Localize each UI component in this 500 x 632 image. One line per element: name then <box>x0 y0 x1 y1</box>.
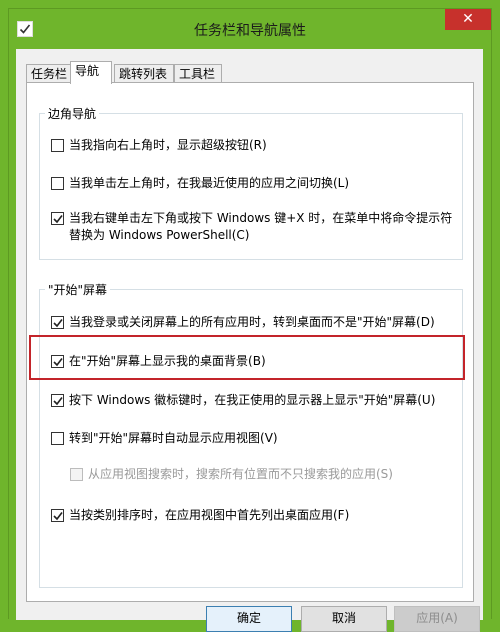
option-start-on-current-display-label: 按下 Windows 徽标键时，在我正使用的显示器上显示"开始"屏幕(U) <box>69 393 436 407</box>
title-bar[interactable]: 任务栏和导航属性 ✕ <box>9 9 491 49</box>
checkbox-desktop-background[interactable] <box>51 355 64 368</box>
dialog-client-area: 任务栏 导航 跳转列表 工具栏 边角导航 当我指向右上角时，显示超级按钮(R) … <box>16 49 483 632</box>
checkmark-icon <box>53 512 63 521</box>
option-desktop-background[interactable]: 在"开始"屏幕上显示我的桌面背景(B) <box>51 353 454 370</box>
checkmark-icon <box>53 319 63 328</box>
option-search-everywhere: 从应用视图搜索时，搜索所有位置而不只搜索我的应用(S) <box>70 466 454 483</box>
checkmark-icon <box>53 215 63 224</box>
apply-button: 应用(A) <box>394 606 480 632</box>
corner-navigation-label: 边角导航 <box>45 105 100 122</box>
option-go-to-desktop[interactable]: 当我登录或关闭屏幕上的所有应用时，转到桌面而不是"开始"屏幕(D) <box>51 314 454 331</box>
checkbox-show-charms[interactable] <box>51 139 64 152</box>
window-title: 任务栏和导航属性 <box>194 23 306 39</box>
option-search-everywhere-label: 从应用视图搜索时，搜索所有位置而不只搜索我的应用(S) <box>88 467 393 481</box>
option-switch-apps[interactable]: 当我单击左上角时，在我最近使用的应用之间切换(L) <box>51 175 454 192</box>
close-button[interactable]: ✕ <box>445 9 491 30</box>
navigation-tab-panel: 边角导航 当我指向右上角时，显示超级按钮(R) 当我单击左上角时，在我最近使用的… <box>26 82 474 602</box>
option-go-to-desktop-label: 当我登录或关闭屏幕上的所有应用时，转到桌面而不是"开始"屏幕(D) <box>69 315 435 329</box>
option-switch-apps-label: 当我单击左上角时，在我最近使用的应用之间切换(L) <box>69 176 350 190</box>
tab-jump-lists[interactable]: 跳转列表 <box>114 64 174 83</box>
checkbox-go-to-desktop[interactable] <box>51 316 64 329</box>
checkbox-start-on-current-display[interactable] <box>51 394 64 407</box>
checkmark-icon <box>53 397 63 406</box>
tab-taskbar[interactable]: 任务栏 <box>26 64 72 83</box>
option-desktop-background-label: 在"开始"屏幕上显示我的桌面背景(B) <box>69 354 266 368</box>
checkbox-powershell[interactable] <box>51 212 64 225</box>
checkbox-show-apps-view[interactable] <box>51 432 64 445</box>
ok-button[interactable]: 确定 <box>206 606 292 632</box>
option-start-on-current-display[interactable]: 按下 Windows 徽标键时，在我正使用的显示器上显示"开始"屏幕(U) <box>51 392 454 409</box>
tab-navigation[interactable]: 导航 <box>70 61 112 84</box>
option-desktop-apps-first[interactable]: 当按类别排序时，在应用视图中首先列出桌面应用(F) <box>51 507 454 524</box>
start-screen-group: "开始"屏幕 当我登录或关闭屏幕上的所有应用时，转到桌面而不是"开始"屏幕(D)… <box>39 281 463 588</box>
option-desktop-apps-first-label: 当按类别排序时，在应用视图中首先列出桌面应用(F) <box>69 508 350 522</box>
start-screen-label: "开始"屏幕 <box>45 281 111 298</box>
option-show-apps-view-label: 转到"开始"屏幕时自动显示应用视图(V) <box>69 431 278 445</box>
option-powershell[interactable]: 当我右键单击左下角或按下 Windows 键+X 时，在菜单中将命令提示符替换为… <box>51 210 454 244</box>
checkmark-icon <box>53 358 63 367</box>
checkbox-desktop-apps-first[interactable] <box>51 509 64 522</box>
option-show-charms[interactable]: 当我指向右上角时，显示超级按钮(R) <box>51 137 454 154</box>
option-powershell-label: 当我右键单击左下角或按下 Windows 键+X 时，在菜单中将命令提示符替换为… <box>69 211 453 242</box>
cancel-button[interactable]: 取消 <box>301 606 387 632</box>
corner-navigation-group: 边角导航 当我指向右上角时，显示超级按钮(R) 当我单击左上角时，在我最近使用的… <box>39 105 463 260</box>
tab-toolbars[interactable]: 工具栏 <box>174 64 222 83</box>
checkbox-switch-apps[interactable] <box>51 177 64 190</box>
checkbox-search-everywhere <box>70 468 83 481</box>
close-icon: ✕ <box>462 11 474 27</box>
properties-window: 任务栏和导航属性 ✕ 任务栏 导航 跳转列表 工具栏 边角导航 当我指向右上角时… <box>8 8 492 632</box>
option-show-apps-view[interactable]: 转到"开始"屏幕时自动显示应用视图(V) <box>51 430 454 447</box>
option-show-charms-label: 当我指向右上角时，显示超级按钮(R) <box>69 138 267 152</box>
